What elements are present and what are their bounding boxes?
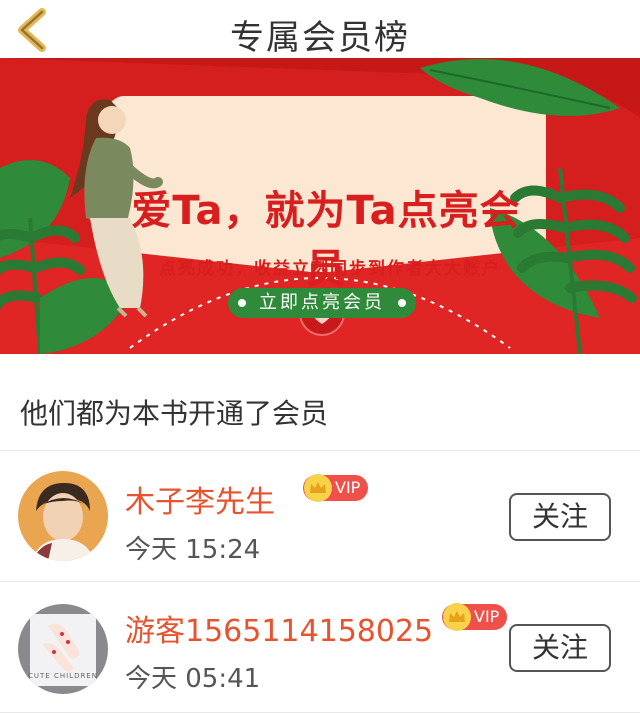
crown-icon: [443, 603, 471, 631]
promo-banner[interactable]: 爱Ta，就为Ta点亮会员 点亮成功，收益立刻同步到作者大大账户 立即点亮会员: [0, 58, 640, 354]
activate-membership-label: 立即点亮会员: [259, 292, 385, 313]
page-title: 专属会员榜: [230, 18, 410, 58]
avatar-image: [18, 471, 108, 561]
avatar[interactable]: [18, 471, 108, 561]
vip-label: VIP: [474, 607, 500, 626]
section-header: 他们都为本书开通了会员: [0, 354, 640, 451]
vip-label: VIP: [335, 478, 361, 497]
avatar[interactable]: CUTE CHILDREN: [18, 604, 108, 694]
vip-badge: VIP: [303, 474, 369, 502]
vip-badge: VIP: [442, 603, 508, 631]
section-title: 他们都为本书开通了会员: [20, 397, 329, 430]
dot-icon: [398, 299, 406, 307]
member-name[interactable]: 游客1565114158025: [125, 606, 433, 650]
dot-icon: [238, 299, 246, 307]
follow-button[interactable]: 关注: [509, 493, 611, 541]
activate-membership-button[interactable]: 立即点亮会员: [228, 288, 416, 318]
member-time: 今天 15:24: [125, 535, 261, 565]
top-bar: 专属会员榜: [0, 0, 640, 58]
crown-icon: [304, 474, 332, 502]
member-row[interactable]: 木子李先生 VIP 今天 15:24 关注: [0, 451, 640, 582]
avatar-image: [18, 604, 108, 694]
avatar-caption: CUTE CHILDREN: [28, 672, 98, 680]
banner-subtext: 点亮成功，收益立刻同步到作者大大账户: [159, 259, 501, 279]
member-name[interactable]: 木子李先生: [125, 477, 275, 521]
follow-button[interactable]: 关注: [509, 624, 611, 672]
member-row[interactable]: CUTE CHILDREN 游客1565114158025 VIP 今天 05:…: [0, 582, 640, 713]
member-time: 今天 05:41: [125, 664, 261, 694]
